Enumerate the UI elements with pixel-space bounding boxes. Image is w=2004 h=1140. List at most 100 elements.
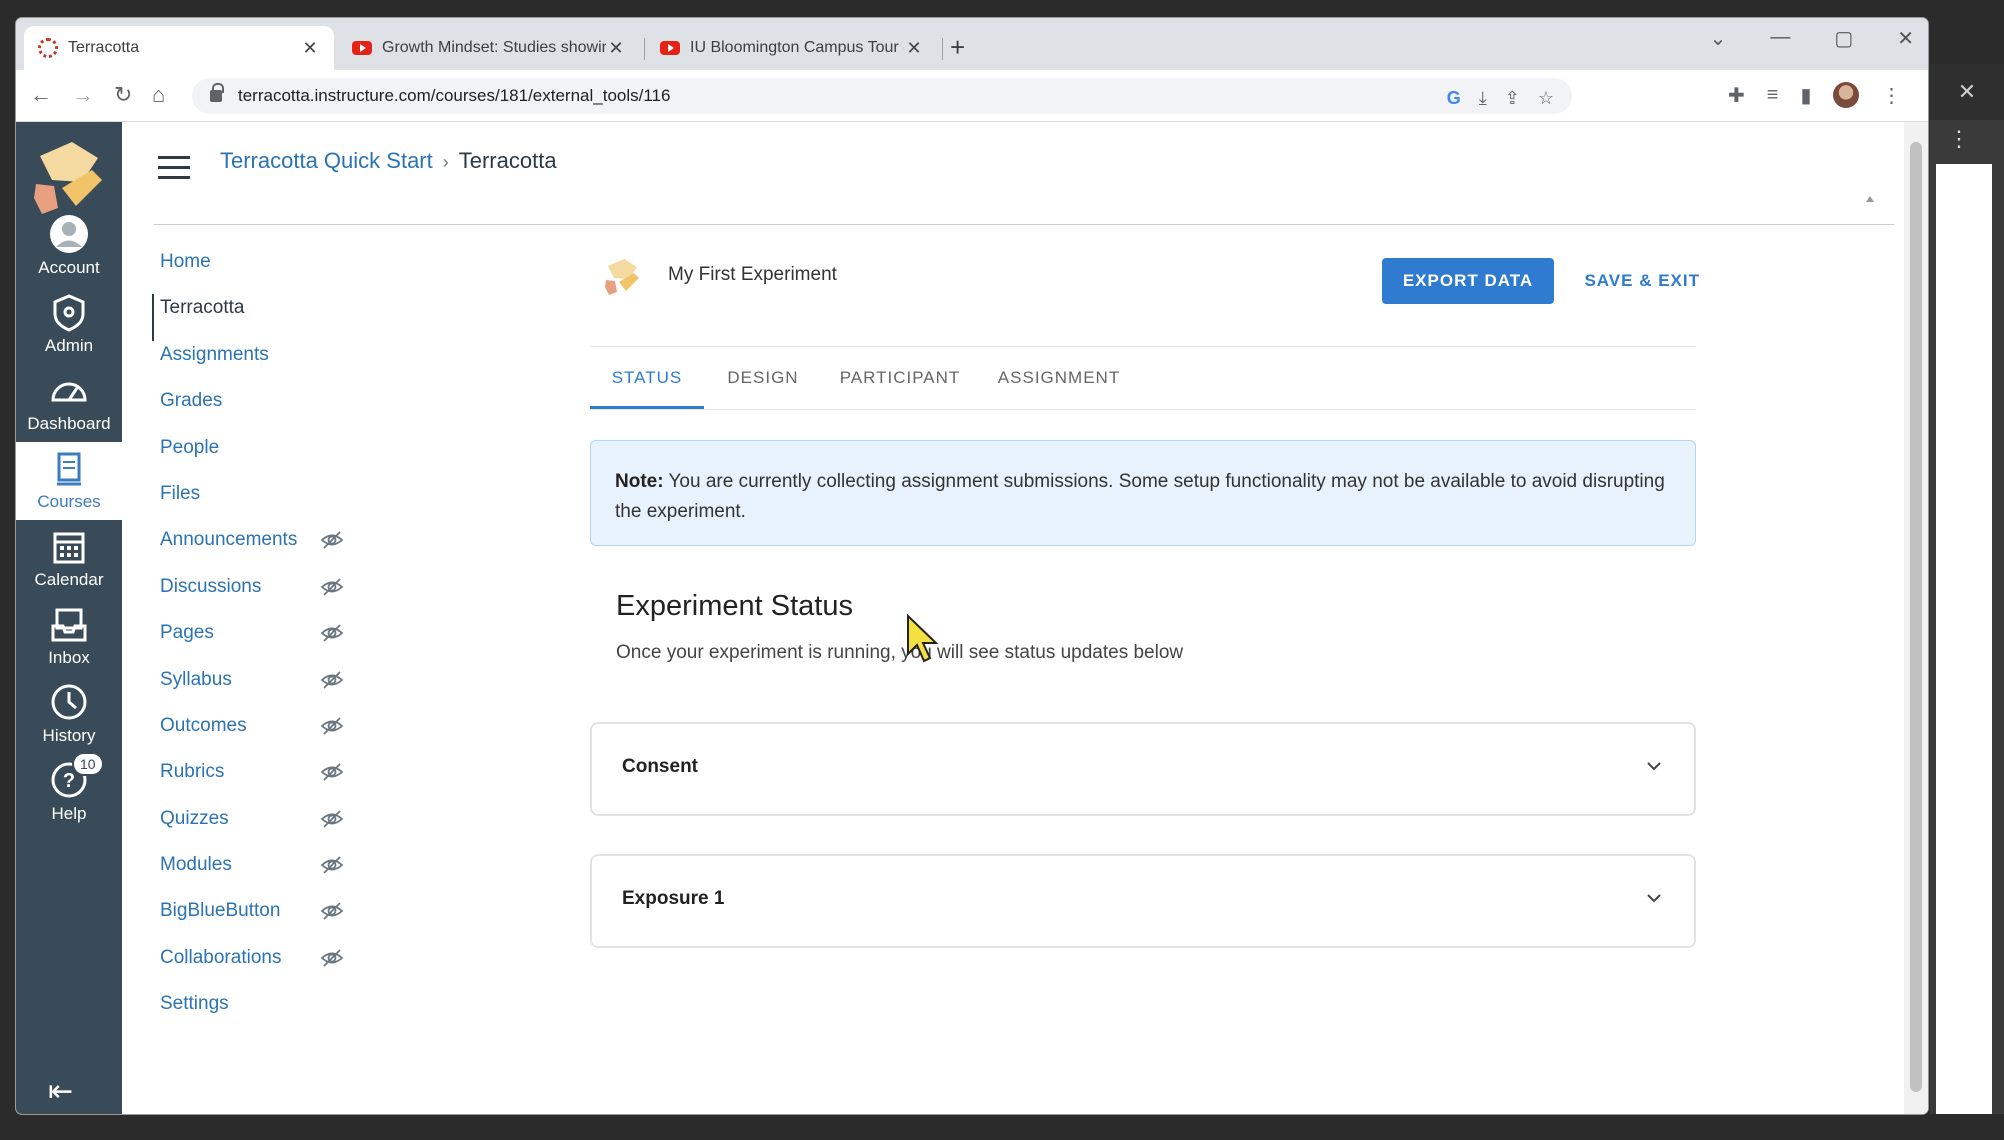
browser-tab-iu-tour[interactable]: IU Bloomington Campus Tour - Y ✕ xyxy=(646,26,938,70)
install-icon[interactable]: ⤓ xyxy=(1479,88,1487,109)
terracotta-logo[interactable] xyxy=(32,136,104,216)
course-nav-label: Home xyxy=(160,251,211,272)
global-nav-label: Help xyxy=(51,804,87,823)
browser-tab-growth-mindset[interactable]: Growth Mindset: Studies showing ✕ xyxy=(338,26,640,70)
hidden-eye-icon xyxy=(320,810,344,828)
consent-accordion[interactable]: Consent xyxy=(590,722,1696,816)
close-tab-icon[interactable]: ✕ xyxy=(300,38,320,59)
course-nav-item-home[interactable]: Home xyxy=(154,248,354,294)
toolbar-actions: ✚ ≡ ▮ ⋮ xyxy=(1728,82,1901,108)
course-nav-item-discussions[interactable]: Discussions xyxy=(154,573,354,619)
main-content: My First Experiment EXPORT DATA SAVE & E… xyxy=(590,222,1699,1102)
tab-participant[interactable]: PARTICIPANT xyxy=(826,347,974,409)
share-icon[interactable]: ⇪ xyxy=(1505,88,1520,109)
course-nav-item-settings[interactable]: Settings xyxy=(154,990,354,1036)
global-nav-label: Courses xyxy=(37,492,101,511)
history-icon xyxy=(51,684,87,720)
exposure-accordion[interactable]: Exposure 1 xyxy=(590,854,1696,948)
global-nav-dashboard[interactable]: Dashboard xyxy=(16,364,122,442)
close-tab-icon[interactable]: ✕ xyxy=(606,38,626,59)
google-icon[interactable]: G xyxy=(1447,88,1461,109)
course-nav-label: Assignments xyxy=(160,343,269,365)
hamburger-menu-icon[interactable] xyxy=(158,156,190,186)
media-icon[interactable]: ≡ xyxy=(1767,84,1779,107)
note-text: You are currently collecting assignment … xyxy=(615,471,1665,522)
side-panel-icon[interactable]: ▮ xyxy=(1800,83,1811,108)
tab-strip: Terracotta ✕ Growth Mindset: Studies sho… xyxy=(16,18,1928,70)
save-and-exit-button[interactable]: SAVE & EXIT xyxy=(1576,258,1700,304)
page-scrollbar[interactable] xyxy=(1904,122,1928,1114)
maximize-icon[interactable]: ▢ xyxy=(1834,26,1853,51)
new-tab-icon[interactable]: + xyxy=(950,32,965,63)
tab-assignment[interactable]: ASSIGNMENT xyxy=(986,347,1132,409)
course-nav-label: People xyxy=(160,436,220,458)
back-icon[interactable]: ← xyxy=(30,82,52,108)
global-nav-account[interactable]: Account xyxy=(16,208,122,286)
course-nav-item-modules[interactable]: Modules xyxy=(154,851,354,897)
hidden-eye-icon xyxy=(320,763,344,781)
global-nav-help[interactable]: ? 10 Help xyxy=(16,752,122,832)
course-nav-item-people[interactable]: People xyxy=(154,434,354,480)
breadcrumb-current: Terracotta xyxy=(458,148,557,173)
more-options-icon[interactable]: ⋮ xyxy=(1948,126,1970,152)
experiment-tabs: STATUS DESIGN PARTICIPANT ASSIGNMENT xyxy=(590,346,1696,410)
breadcrumb: Terracotta Quick Start › Terracotta xyxy=(220,148,557,174)
forward-icon[interactable]: → xyxy=(72,82,94,108)
tab-separator xyxy=(644,38,645,60)
breadcrumb-course-link[interactable]: Terracotta Quick Start xyxy=(220,148,433,173)
course-nav-item-collaborations[interactable]: Collaborations xyxy=(154,944,354,990)
menu-icon[interactable]: ⋮ xyxy=(1881,83,1901,108)
minimize-icon[interactable]: — xyxy=(1770,26,1790,51)
browser-tab-terracotta[interactable]: Terracotta ✕ xyxy=(24,26,334,70)
bookmark-star-icon[interactable]: ☆ xyxy=(1538,88,1554,109)
chevron-down-icon xyxy=(1647,894,1661,903)
course-nav-item-assignments[interactable]: Assignments xyxy=(154,341,354,387)
inner-scrollbar[interactable] xyxy=(1863,192,1877,1102)
window-controls: ⌄ — ▢ ✕ xyxy=(1710,26,1914,51)
course-nav-item-bigbluebutton[interactable]: BigBlueButton xyxy=(154,897,354,943)
global-nav-inbox[interactable]: Inbox xyxy=(16,598,122,676)
status-subtitle: Once your experiment is running, you wil… xyxy=(616,642,1184,663)
export-data-button[interactable]: EXPORT DATA xyxy=(1382,258,1554,304)
close-icon[interactable]: ✕ xyxy=(1930,64,2004,120)
course-nav-item-rubrics[interactable]: Rubrics xyxy=(154,758,354,804)
course-nav-label: Announcements xyxy=(160,529,298,551)
profile-avatar[interactable] xyxy=(1833,82,1860,108)
course-nav-item-outcomes[interactable]: Outcomes xyxy=(154,712,354,758)
accordion-title: Exposure 1 xyxy=(622,888,725,909)
global-nav-history[interactable]: History xyxy=(16,676,122,754)
course-nav-label: BigBlueButton xyxy=(160,900,281,922)
address-bar-icons: G ⤓ ⇪ ☆ xyxy=(1447,88,1554,109)
global-nav-courses[interactable]: Courses xyxy=(16,442,122,520)
course-nav-label: Rubrics xyxy=(160,761,225,783)
tab-status[interactable]: STATUS xyxy=(590,347,704,409)
course-nav-item-files[interactable]: Files xyxy=(154,480,354,526)
tab-design[interactable]: DESIGN xyxy=(710,347,816,409)
course-nav-item-terracotta[interactable]: Terracotta xyxy=(152,294,354,341)
course-nav-item-syllabus[interactable]: Syllabus xyxy=(154,666,354,712)
calendar-icon xyxy=(53,532,85,564)
hidden-eye-icon xyxy=(320,902,344,921)
extensions-icon[interactable]: ✚ xyxy=(1728,83,1745,108)
course-nav-item-grades[interactable]: Grades xyxy=(154,387,354,433)
address-bar[interactable]: terracotta.instructure.com/courses/181/e… xyxy=(192,78,1572,114)
dashboard-icon xyxy=(51,382,87,402)
global-nav-calendar[interactable]: Calendar xyxy=(16,520,122,598)
home-icon[interactable]: ⌂ xyxy=(152,82,165,108)
tab-search-icon[interactable]: ⌄ xyxy=(1710,26,1727,51)
course-nav-label: Settings xyxy=(160,993,229,1015)
global-nav-admin[interactable]: Admin xyxy=(16,286,122,364)
close-window-icon[interactable]: ✕ xyxy=(1897,26,1914,51)
scrollbar-thumb[interactable] xyxy=(1910,142,1922,1092)
course-nav-item-announcements[interactable]: Announcements xyxy=(154,526,354,572)
collapse-nav-icon[interactable]: ⇤ xyxy=(48,1074,73,1109)
course-nav-item-pages[interactable]: Pages xyxy=(154,619,354,665)
course-nav-label: Pages xyxy=(160,622,214,644)
course-nav-item-quizzes[interactable]: Quizzes xyxy=(154,805,354,851)
reload-icon[interactable]: ↻ xyxy=(114,82,132,108)
background-panel xyxy=(1936,164,1992,1114)
account-icon xyxy=(50,215,88,253)
close-tab-icon[interactable]: ✕ xyxy=(904,38,924,59)
page-canvas: Account Admin Dashboard Courses Calendar… xyxy=(16,122,1928,1114)
course-nav-label: Syllabus xyxy=(160,668,232,690)
